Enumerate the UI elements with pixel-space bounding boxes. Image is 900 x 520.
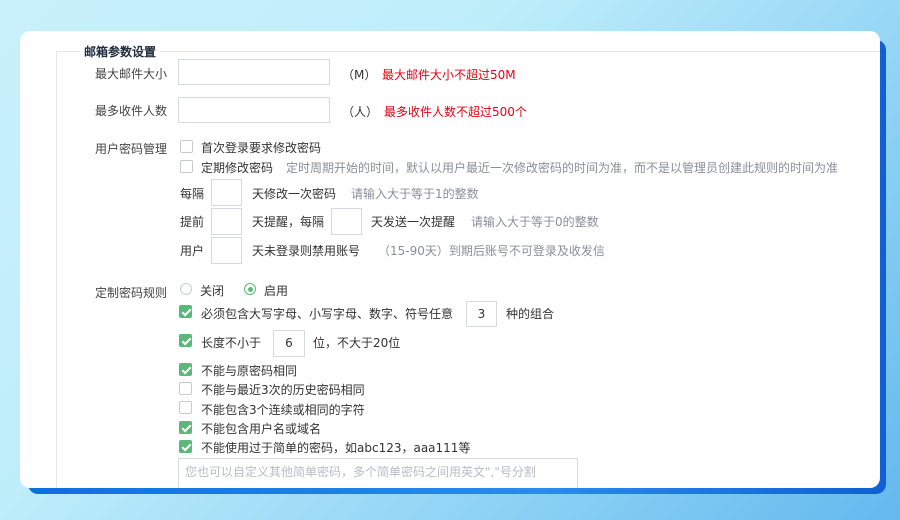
rule-username-checkbox[interactable] bbox=[179, 421, 192, 434]
max-recipients-input[interactable] bbox=[178, 97, 330, 123]
custom-simple-passwords-textarea[interactable] bbox=[178, 458, 578, 488]
every-suffix: 天修改一次密码 bbox=[252, 187, 337, 201]
rule-length-min-input[interactable]: 6 bbox=[273, 330, 305, 357]
every-hint: 请输入大于等于1的整数 bbox=[351, 187, 479, 201]
remind-hint: 请输入大于等于0的整数 bbox=[471, 215, 599, 229]
rule-not-same-label: 不能与原密码相同 bbox=[201, 364, 298, 378]
rule-username-label: 不能包含用户名或域名 bbox=[201, 422, 322, 436]
remind-prefix: 提前 bbox=[180, 215, 205, 229]
inactive-days-input[interactable] bbox=[211, 237, 242, 264]
max-size-unit: （M） bbox=[342, 68, 377, 82]
max-recipients-unit: （人） bbox=[342, 105, 379, 119]
rule-consecutive-label: 不能包含3个连续或相同的字符 bbox=[201, 403, 365, 417]
remind-interval-days-input[interactable] bbox=[331, 208, 362, 235]
rules-on-label: 启用 bbox=[264, 284, 289, 298]
rule-combo-count-input[interactable]: 3 bbox=[466, 301, 497, 327]
remind-before-days-input[interactable] bbox=[211, 208, 242, 235]
rule-length-suffix: 位，不大于20位 bbox=[313, 336, 401, 350]
remind-suffix: 天发送一次提醒 bbox=[371, 215, 456, 229]
periodic-change-checkbox[interactable] bbox=[180, 160, 193, 173]
max-recipients-hint: 最多收件人数不超过500个 bbox=[384, 105, 527, 119]
max-size-label: 最大邮件大小 bbox=[95, 67, 168, 81]
max-size-hint: 最大邮件大小不超过50M bbox=[382, 68, 516, 82]
rule-simple-label: 不能使用过于简单的密码，如abc123，aaa111等 bbox=[201, 441, 471, 455]
every-prefix: 每隔 bbox=[180, 187, 205, 201]
rules-on-radio[interactable] bbox=[244, 283, 256, 295]
rule-combo-suffix: 种的组合 bbox=[506, 307, 555, 321]
rule-combo-prefix: 必须包含大写字母、小写字母、数字、符号任意 bbox=[201, 307, 454, 321]
max-size-input[interactable] bbox=[178, 59, 330, 85]
rule-not-same-checkbox[interactable] bbox=[179, 363, 192, 376]
periodic-change-label: 定期修改密码 bbox=[201, 161, 274, 175]
first-login-checkbox[interactable] bbox=[180, 140, 193, 153]
rule-simple-checkbox[interactable] bbox=[179, 440, 192, 453]
inactive-hint: （15-90天）到期后账号不可登录及收发信 bbox=[378, 244, 605, 258]
inactive-suffix: 天未登录则禁用账号 bbox=[252, 244, 361, 258]
password-mgmt-label: 用户密码管理 bbox=[95, 142, 168, 156]
periodic-change-note: 定时周期开始的时间，默认以用户最近一次修改密码的时间为准，而不是以管理员创建此规… bbox=[286, 161, 839, 175]
first-login-label: 首次登录要求修改密码 bbox=[201, 141, 322, 155]
remind-mid: 天提醒，每隔 bbox=[252, 215, 325, 229]
rule-history-label: 不能与最近3次的历史密码相同 bbox=[201, 383, 365, 397]
section-title: 邮箱参数设置 bbox=[80, 43, 161, 60]
settings-panel: 邮箱参数设置 最大邮件大小 （M） 最大邮件大小不超过50M 最多收件人数 （人… bbox=[20, 31, 880, 488]
rule-combo-checkbox[interactable] bbox=[179, 305, 192, 318]
rules-off-radio[interactable] bbox=[180, 283, 192, 295]
max-recipients-label: 最多收件人数 bbox=[95, 104, 168, 118]
rule-history-checkbox[interactable] bbox=[179, 382, 192, 395]
rule-length-checkbox[interactable] bbox=[179, 334, 192, 347]
every-days-input[interactable] bbox=[211, 179, 242, 206]
inactive-prefix: 用户 bbox=[180, 244, 205, 258]
rule-length-prefix: 长度不小于 bbox=[201, 336, 262, 350]
rules-off-label: 关闭 bbox=[200, 284, 225, 298]
custom-rules-label: 定制密码规则 bbox=[95, 286, 168, 300]
rule-consecutive-checkbox[interactable] bbox=[179, 401, 192, 414]
